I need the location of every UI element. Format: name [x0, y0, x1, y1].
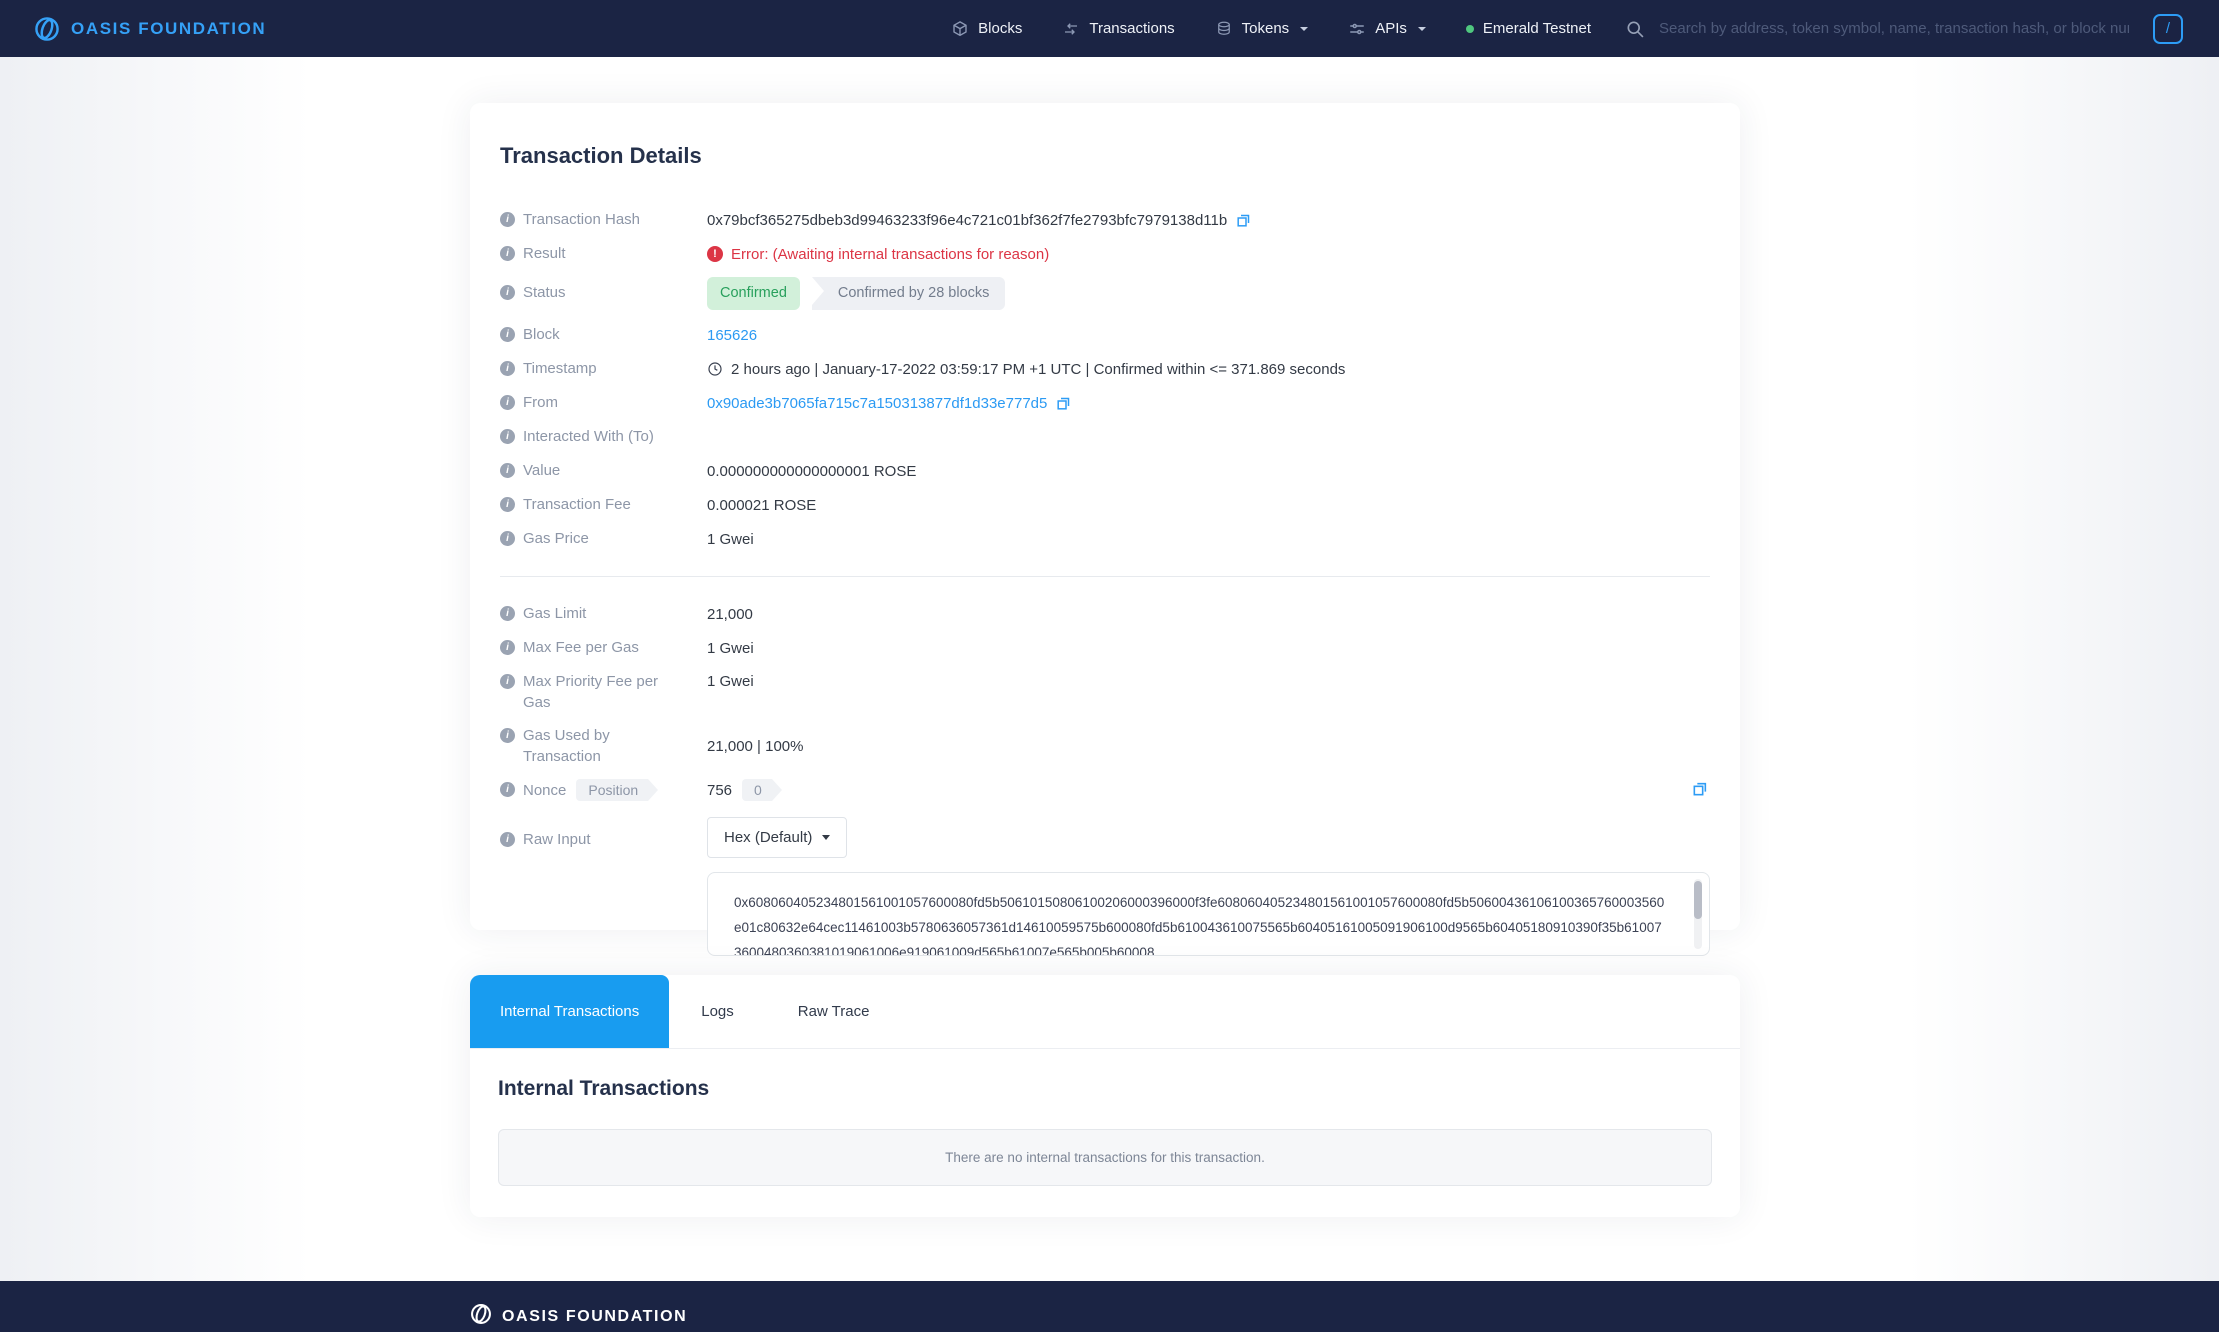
empty-state-message: There are no internal transactions for t… — [945, 1150, 1265, 1165]
row-raw-input: i Raw Input Hex (Default) — [500, 817, 1710, 858]
raw-input-hex-text: 0x608060405234801561001057600080fd5b5061… — [734, 895, 1664, 956]
transaction-fee-value: 0.000021 ROSE — [707, 494, 1710, 516]
interacted-with-value — [707, 426, 1710, 448]
internal-transactions-panel: Internal Transactions There are no inter… — [470, 1049, 1740, 1214]
info-icon[interactable]: i — [500, 429, 515, 444]
info-icon[interactable]: i — [500, 395, 515, 410]
info-icon[interactable]: i — [500, 463, 515, 478]
timestamp-value: 2 hours ago | January-17-2022 03:59:17 P… — [731, 359, 1345, 380]
oasis-logo-icon — [470, 1303, 492, 1330]
row-timestamp: i Timestamp 2 hours ago | January-17-202… — [500, 358, 1710, 380]
transaction-tabs-card: Internal Transactions Logs Raw Trace Int… — [470, 975, 1740, 1217]
from-address-link[interactable]: 0x90ade3b7065fa715c7a150313877df1d33e777… — [707, 393, 1047, 414]
gas-price-value: 1 Gwei — [707, 528, 1710, 550]
oasis-logo-icon — [34, 16, 60, 42]
nonce-value: 756 — [707, 780, 732, 801]
position-tag: Position — [576, 779, 648, 801]
search-input[interactable] — [1659, 20, 2129, 37]
info-icon[interactable]: i — [500, 782, 515, 797]
error-icon: ! — [707, 246, 723, 262]
search-icon — [1625, 19, 1645, 39]
row-block: i Block 165626 — [500, 324, 1710, 346]
tab-internal-transactions[interactable]: Internal Transactions — [470, 975, 669, 1048]
status-badge: Confirmed — [707, 277, 800, 310]
error-message: ! Error: (Awaiting internal transactions… — [707, 244, 1049, 265]
info-icon[interactable]: i — [500, 531, 515, 546]
top-navbar: OASIS FOUNDATION Blocks Transactions — [0, 0, 2219, 57]
brand-text: OASIS FOUNDATION — [71, 19, 266, 39]
row-status: i Status Confirmed Confirmed by 28 block… — [500, 277, 1710, 310]
block-link[interactable]: 165626 — [707, 325, 757, 346]
row-transaction-hash: i Transaction Hash 0x79bcf365275dbeb3d99… — [500, 209, 1710, 231]
gas-limit-value: 21,000 — [707, 603, 1710, 625]
chevron-down-icon — [1300, 27, 1308, 31]
transaction-details-card: Transaction Details i Transaction Hash 0… — [470, 103, 1740, 930]
copy-icon[interactable] — [1056, 396, 1071, 411]
row-interacted-with: i Interacted With (To) — [500, 426, 1710, 448]
footer: OASIS FOUNDATION — [0, 1281, 2219, 1332]
search-bar: / — [1625, 19, 2185, 39]
nav-item-tokens[interactable]: Tokens — [1215, 20, 1309, 38]
info-icon[interactable]: i — [500, 327, 515, 342]
info-icon[interactable]: i — [500, 497, 515, 512]
row-gas-price: i Gas Price 1 Gwei — [500, 528, 1710, 550]
nav-item-network[interactable]: Emerald Testnet — [1466, 20, 1591, 37]
api-icon — [1348, 20, 1366, 38]
info-icon[interactable]: i — [500, 640, 515, 655]
slash-shortcut-key[interactable]: / — [2153, 14, 2183, 44]
page-title: Transaction Details — [500, 143, 1710, 169]
raw-input-hex-box[interactable]: 0x608060405234801561001057600080fd5b5061… — [707, 872, 1710, 956]
row-gas-limit: i Gas Limit 21,000 — [500, 603, 1710, 625]
oasis-logo[interactable]: OASIS FOUNDATION — [34, 16, 266, 42]
info-icon[interactable]: i — [500, 246, 515, 261]
row-from: i From 0x90ade3b7065fa715c7a150313877df1… — [500, 392, 1710, 414]
main-nav: Blocks Transactions Tokens — [951, 20, 1591, 38]
row-max-priority-fee: i Max Priority Fee per Gas 1 Gwei — [500, 671, 1710, 713]
tab-bar: Internal Transactions Logs Raw Trace — [470, 975, 1740, 1049]
max-priority-fee-value: 1 Gwei — [707, 671, 1710, 713]
row-result: i Result ! Error: (Awaiting internal tra… — [500, 243, 1710, 265]
info-icon[interactable]: i — [500, 674, 515, 689]
row-gas-used: i Gas Used by Transaction 21,000 | 100% — [500, 725, 1710, 767]
footer-logo[interactable]: OASIS FOUNDATION — [470, 1303, 687, 1330]
info-icon[interactable]: i — [500, 212, 515, 227]
row-transaction-fee: i Transaction Fee 0.000021 ROSE — [500, 494, 1710, 516]
value-amount: 0.000000000000000001 ROSE — [707, 460, 1710, 482]
transaction-hash-value: 0x79bcf365275dbeb3d99463233f96e4c721c01b… — [707, 210, 1227, 231]
panel-title: Internal Transactions — [498, 1077, 1712, 1101]
row-max-fee: i Max Fee per Gas 1 Gwei — [500, 637, 1710, 659]
tab-logs[interactable]: Logs — [669, 975, 766, 1048]
tokens-icon — [1215, 20, 1233, 38]
nav-item-apis[interactable]: APIs — [1348, 20, 1426, 38]
raw-input-copy-icon[interactable] — [1692, 781, 1708, 797]
info-icon[interactable]: i — [500, 361, 515, 376]
nav-item-transactions[interactable]: Transactions — [1062, 20, 1174, 38]
copy-icon[interactable] — [1236, 213, 1251, 228]
max-fee-value: 1 Gwei — [707, 637, 1710, 659]
chevron-down-icon — [822, 835, 830, 840]
scrollbar-thumb[interactable] — [1694, 881, 1702, 919]
row-value: i Value 0.000000000000000001 ROSE — [500, 460, 1710, 482]
transactions-icon — [1062, 20, 1080, 38]
gas-used-value: 21,000 | 100% — [707, 725, 1710, 767]
chevron-down-icon — [1418, 27, 1426, 31]
section-divider — [500, 576, 1710, 577]
info-icon[interactable]: i — [500, 606, 515, 621]
tab-raw-trace[interactable]: Raw Trace — [766, 975, 902, 1048]
nav-item-blocks[interactable]: Blocks — [951, 20, 1022, 38]
cube-icon — [951, 20, 969, 38]
info-icon[interactable]: i — [500, 728, 515, 743]
row-nonce: i Nonce Position 756 0 — [500, 779, 1710, 801]
network-status-dot-icon — [1466, 25, 1474, 33]
clock-icon — [707, 361, 723, 377]
info-icon[interactable]: i — [500, 832, 515, 847]
footer-brand-text: OASIS FOUNDATION — [502, 1308, 687, 1326]
empty-state: There are no internal transactions for t… — [498, 1129, 1712, 1186]
confirmation-badge: Confirmed by 28 blocks — [812, 277, 1006, 310]
position-value-tag: 0 — [742, 779, 772, 801]
raw-input-format-dropdown[interactable]: Hex (Default) — [707, 817, 847, 858]
info-icon[interactable]: i — [500, 285, 515, 300]
